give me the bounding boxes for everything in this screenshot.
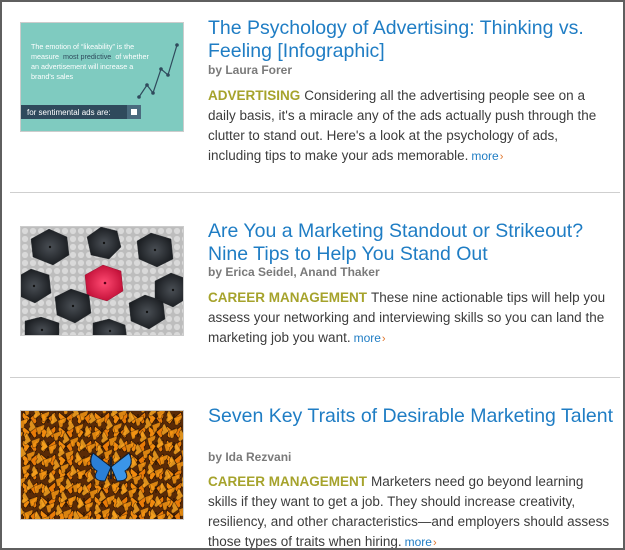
article-byline: by Laura Forer [208,63,293,77]
article-byline: by Erica Seidel, Anand Thaker [208,265,380,279]
infographic-thumbnail-image: The emotion of “likeability” is the meas… [21,23,183,131]
infographic-line-2c: of whether [115,52,149,61]
article-item: Are You a Marketing Standout or Strikeou… [10,193,620,377]
more-link[interactable]: more› [471,149,503,163]
infographic-line-3: an advertisement will increase a [31,62,133,71]
more-link-label: more [404,535,432,549]
article-thumbnail[interactable] [20,410,184,520]
butterflies-thumbnail-image [21,411,183,519]
umbrellas-thumbnail-image [21,227,183,335]
infographic-line-2a: measure [31,52,59,61]
article-category[interactable]: ADVERTISING [208,88,300,103]
article-summary: CAREER MANAGEMENT Marketers need go beyon… [208,472,613,549]
article-title[interactable]: Are You a Marketing Standout or Strikeou… [208,220,613,266]
infographic-banner: for sentimental ads are: [27,108,111,117]
article-item: The emotion of “likeability” is the meas… [10,2,620,192]
article-summary: ADVERTISING Considering all the advertisi… [208,86,613,167]
chevron-right-icon: › [432,537,437,549]
article-byline: by Ida Rezvani [208,450,292,464]
article-title[interactable]: Seven Key Traits of Desirable Marketing … [208,405,613,428]
svg-text:measure most predict: measure most predictive of whether [31,52,149,61]
infographic-line-4: brand's sales [31,72,74,81]
article-summary: CAREER MANAGEMENT These nine actionable t… [208,288,613,349]
more-link[interactable]: more› [354,331,386,345]
article-thumbnail[interactable]: The emotion of “likeability” is the meas… [20,22,184,132]
more-link-label: more [471,149,499,163]
more-link[interactable]: more› [404,535,437,549]
article-thumbnail[interactable] [20,226,184,336]
article-title[interactable]: The Psychology of Advertising: Thinking … [208,17,613,63]
article-category[interactable]: CAREER MANAGEMENT [208,474,367,489]
chevron-right-icon: › [499,151,504,163]
article-category[interactable]: CAREER MANAGEMENT [208,290,367,305]
article-list-frame: The emotion of “likeability” is the meas… [0,0,625,550]
article-item: Seven Key Traits of Desirable Marketing … [10,378,620,549]
more-link-label: more [353,331,381,345]
chevron-right-icon: › [381,333,386,345]
infographic-line-2b: most predictive [63,52,111,61]
infographic-line-1: The emotion of “likeability” is the [31,42,134,51]
